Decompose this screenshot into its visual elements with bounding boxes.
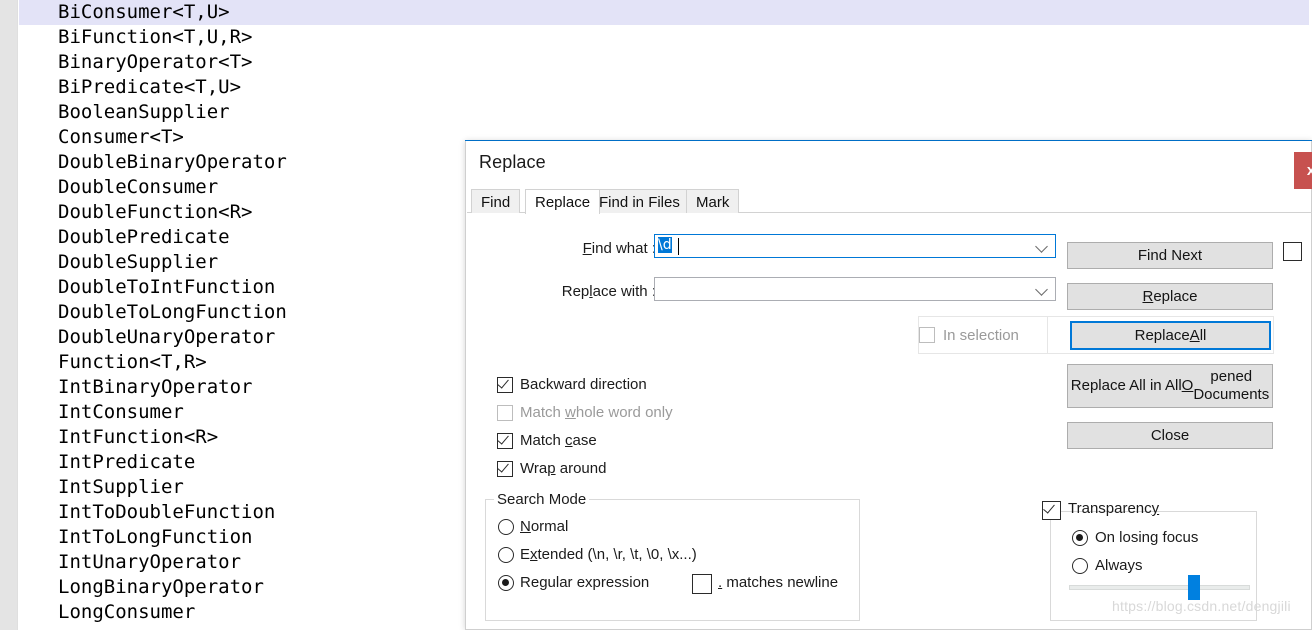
find-what-input[interactable]: \d	[658, 237, 672, 253]
tab-find[interactable]: Find	[471, 189, 521, 213]
check-icon	[497, 432, 509, 445]
radio-normal[interactable]	[498, 519, 514, 535]
text-caret	[678, 238, 679, 255]
dialog-title: Replace	[479, 152, 546, 172]
find-next-button[interactable]: Find Next	[1067, 242, 1273, 269]
radio-extended-label: Extended (\n, \r, \t, \0, \x...)	[520, 546, 697, 563]
checkbox-wrap-around-label: Wrap around	[520, 460, 607, 477]
chevron-down-icon[interactable]	[1036, 283, 1049, 296]
replace-with-label: Replace with :	[561, 283, 656, 300]
tab-mark[interactable]: Mark	[686, 189, 740, 213]
radio-on-losing-focus[interactable]	[1072, 530, 1088, 546]
check-icon	[497, 376, 509, 389]
transparency-slider-thumb[interactable]	[1188, 575, 1200, 600]
screen: BiConsumer<T,U> BiFunction<T,U,R> BinaryOp…	[0, 0, 1312, 630]
checkbox-transparency[interactable]	[1042, 501, 1061, 520]
code-line[interactable]: BooleanSupplier	[19, 100, 1309, 125]
radio-on-losing-focus-label: On losing focus	[1095, 529, 1199, 546]
close-dialog-button[interactable]: Close	[1067, 422, 1273, 449]
tab-find-in-files[interactable]: Find in Files	[589, 189, 690, 213]
close-window-button[interactable]: x	[1294, 152, 1312, 189]
search-mode-title: Search Mode	[494, 491, 590, 508]
radio-regular-expression[interactable]	[498, 575, 514, 591]
search-mode-group: Search Mode Normal Extended (\n, \r, \t,…	[485, 491, 860, 621]
check-icon	[1043, 501, 1055, 514]
check-icon	[497, 460, 509, 473]
radio-always-label: Always	[1095, 557, 1143, 574]
code-line[interactable]: BinaryOperator<T>	[19, 50, 1309, 75]
checkbox-transparency-label: Transparency	[1068, 500, 1160, 517]
transparency-slider-track[interactable]	[1069, 585, 1250, 590]
radio-always[interactable]	[1072, 558, 1088, 574]
radio-extended[interactable]	[498, 547, 514, 563]
radio-regular-expression-label: Regular expression	[520, 574, 650, 591]
checkbox-match-whole-word-label: Match whole word only	[520, 404, 673, 421]
replace-all-button[interactable]: Replace All	[1070, 321, 1271, 350]
code-line[interactable]: BiPredicate<T,U>	[19, 75, 1309, 100]
checkbox-match-case-label: Match case	[520, 432, 597, 449]
replace-dialog: Replace Find Replace Find in Files Mark …	[465, 141, 1312, 630]
find-what-label: Find what :	[582, 240, 656, 257]
checkbox-backward-direction[interactable]	[497, 376, 513, 393]
tab-strip: Find Replace Find in Files Mark	[467, 189, 1312, 214]
code-line[interactable]: BiConsumer<T,U>	[19, 0, 1309, 25]
replace-with-combobox[interactable]	[654, 277, 1056, 301]
editor-gutter	[0, 0, 18, 630]
code-line[interactable]: BiFunction<T,U,R>	[19, 25, 1309, 50]
replace-all-in-all-opened-documents-button[interactable]: Replace All in All Opened Documents	[1067, 364, 1273, 408]
radio-dot-icon	[1076, 534, 1083, 541]
replace-button[interactable]: Replace	[1067, 283, 1273, 310]
checkbox-dot-matches-newline[interactable]	[692, 574, 712, 594]
checkbox-in-selection-label: In selection	[943, 327, 1019, 344]
checkbox-match-whole-word	[497, 405, 513, 421]
checkbox-match-case[interactable]	[497, 432, 513, 449]
checkbox-in-selection	[919, 327, 935, 343]
checkbox-backward-direction-label: Backward direction	[520, 376, 647, 393]
chevron-down-icon[interactable]	[1036, 240, 1049, 253]
checkbox-dot-matches-newline-label: . matches newline	[718, 574, 839, 591]
checkbox-unlabeled-right[interactable]	[1283, 242, 1302, 261]
find-what-combobox[interactable]: \d	[654, 234, 1056, 258]
tab-replace[interactable]: Replace	[525, 189, 601, 214]
radio-normal-label: Normal	[520, 518, 569, 535]
checkbox-wrap-around[interactable]	[497, 460, 513, 477]
radio-dot-icon	[502, 579, 509, 586]
